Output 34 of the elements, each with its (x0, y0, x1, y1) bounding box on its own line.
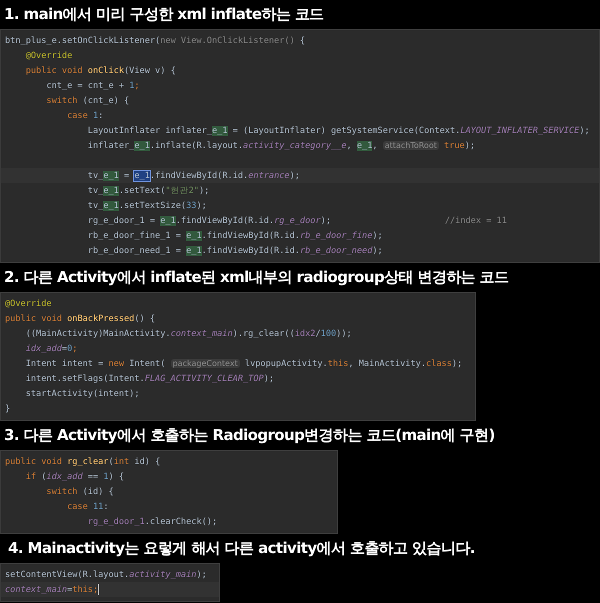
text-cursor (98, 584, 100, 595)
code-line: ((MainActivity)MainActivity.context_main).rg_clear((idx2/100)); (26, 328, 352, 340)
code-line: public void onBackPressed() { (5, 312, 156, 324)
code-line: rg_e_door_1 = e_1.findViewById(R.id.rg_e_door); //index = 11 (88, 214, 507, 226)
code-line: rb_e_door_fine_1 = e_1.findViewById(R.id.rb_e_door_fine); (88, 230, 383, 242)
code-line: if (idx_add == 1) { (26, 470, 124, 482)
code-line: cnt_e = cnt_e + 1; (46, 80, 140, 92)
code-line: @Override (5, 298, 52, 310)
code-line: LayoutInflater inflater_e_1 = (LayoutInflater) getSystemService(Context.LAYOUT_INFLATER_SERVICE); (88, 124, 590, 136)
code-line: @Override (26, 50, 72, 62)
code-line: startActivity(intent); (26, 388, 140, 400)
code-line: } (5, 402, 10, 414)
code-line: switch (cnt_e) { (46, 94, 130, 106)
section-heading: 4. Mainactivity는 요렇게 해서 다른 activity에서 호출하고 있습니다. (8, 538, 475, 559)
code-line: btn_plus_e.setOnClickListener(new View.OnClickListener() { (5, 34, 306, 46)
code-line: switch (id) { (46, 486, 114, 498)
code-line: context_main=this; (5, 584, 98, 596)
code-line: public void rg_clear(int id) { (5, 456, 160, 468)
code-line: intent.setFlags(Intent.FLAG_ACTIVITY_CLEAR_TOP); (26, 372, 274, 384)
code-line: tv_e_1.setText("현관2"); (88, 184, 210, 196)
code-line: rg_e_door_1.clearCheck(); (88, 516, 218, 528)
section-heading: 2. 다른 Activity에서 inflate된 xml내부의 radiogroup상태 변경하는 코드 (4, 267, 509, 288)
code-line: inflater_e_1.inflate(R.layout.activity_category__e, e_1, attachToRoot true); (88, 140, 476, 152)
code-line: tv_e_1.setTextSize(33); (88, 200, 207, 212)
code-line: setContentView(R.layout.activity_main); (5, 568, 207, 580)
code-line: case 1: (67, 110, 104, 122)
code-line: tv_e_1 = e_1.findViewById(R.id.entrance); (88, 170, 300, 182)
code-line: rb_e_door_need_1 = e_1.findViewById(R.id.rb_e_door_need); (88, 244, 383, 256)
code-line: idx_add=0; (26, 342, 78, 354)
code-line: Intent intent = new Intent( packageContext lvpopupActivity.this, MainActivity.class); (26, 358, 462, 370)
code-line: case 11: (67, 500, 108, 512)
section-heading: 3. 다른 Activity에서 호출하는 Radiogroup변경하는 코드(main에 구현) (4, 425, 495, 446)
code-line: public void onClick(View v) { (26, 64, 176, 76)
section-heading: 1. main에서 미리 구성한 xml inflate하는 코드 (4, 4, 324, 25)
